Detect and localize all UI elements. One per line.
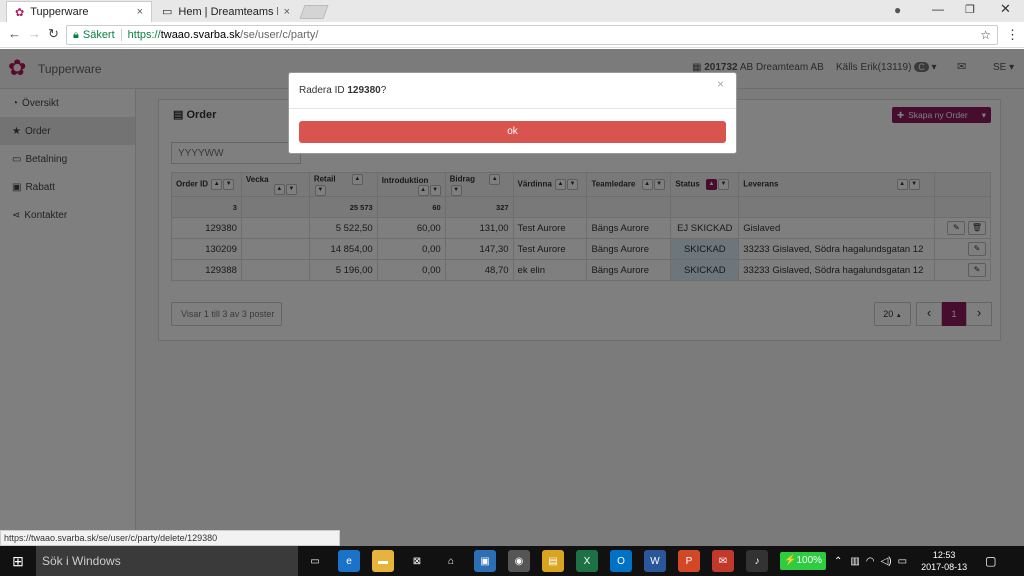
windows-search-box[interactable]: Sök i Windows — [36, 546, 298, 576]
close-icon[interactable]: × — [717, 77, 724, 91]
url-field[interactable]: 🔒︎ Säkert https:// twaao.svarba.sk /se/u… — [66, 25, 998, 45]
status-url: https://twaao.svarba.sk/se/user/c/party/… — [0, 530, 340, 546]
secure-label: Säkert — [82, 29, 115, 41]
forward-icon[interactable]: → — [28, 26, 41, 41]
close-tab-icon[interactable]: × — [137, 6, 143, 18]
url-scheme: https:// — [127, 29, 161, 41]
notifications-icon[interactable]: ▢ — [985, 554, 996, 568]
task-view-icon[interactable]: ▭ — [304, 550, 326, 572]
outlook-icon[interactable]: O — [610, 550, 632, 572]
home-icon[interactable]: ⌂ — [440, 550, 462, 572]
minimize-icon[interactable]: — — [932, 2, 944, 16]
question-id: 129380 — [347, 85, 381, 96]
divider — [120, 29, 122, 41]
wifi-icon[interactable]: ◠ — [866, 556, 875, 567]
tab-tupperware[interactable]: ✿ Tupperware × — [6, 1, 152, 22]
word-icon[interactable]: W — [644, 550, 666, 572]
chrome-icon[interactable]: ◉ — [508, 550, 530, 572]
battery-indicator[interactable]: ⚡100% — [780, 552, 827, 570]
clock-date: 2017-08-13 — [921, 562, 968, 572]
mail-app-icon[interactable]: ✉ — [712, 550, 734, 572]
delete-confirm-dialog: Radera ID 129380? × ok — [288, 72, 737, 154]
chevron-up-icon[interactable]: ⌃ — [834, 556, 842, 567]
dialog-divider — [289, 108, 736, 109]
search-placeholder: Sök i Windows — [42, 554, 121, 568]
file-explorer-icon[interactable]: ▤ — [542, 550, 564, 572]
star-icon[interactable]: ☆ — [980, 28, 991, 42]
close-tab-icon[interactable]: × — [284, 6, 290, 18]
windows-taskbar: ⊞ Sök i Windows ▭ e ▬ ⊠ ⌂ ▣ ◉ ▤ X O W P … — [0, 546, 1024, 576]
powerpoint-icon[interactable]: P — [678, 550, 700, 572]
volume-icon[interactable]: ◁) — [881, 556, 892, 567]
tab-title: Tupperware — [30, 6, 89, 18]
page-icon: ▭ — [162, 6, 173, 18]
question-suffix: ? — [380, 85, 387, 96]
tab-title: Hem | Dreamteams hem — [178, 5, 278, 18]
menu-icon[interactable]: ⋮ — [1006, 27, 1019, 43]
itunes-icon[interactable]: ♪ — [746, 550, 768, 572]
reload-icon[interactable]: ↻ — [48, 26, 59, 42]
flower-icon: ✿ — [15, 6, 25, 19]
dialog-question: Radera ID 129380? — [299, 85, 386, 96]
url-path: /se/user/c/party/ — [240, 29, 319, 41]
profile-icon[interactable]: ● — [894, 3, 901, 17]
excel-icon[interactable]: X — [576, 550, 598, 572]
network-icon[interactable]: ▥ — [850, 556, 859, 567]
new-tab-button[interactable] — [299, 5, 329, 19]
keyboard-icon[interactable]: ▭ — [898, 556, 907, 567]
tab-dreamteam[interactable]: ▭ Hem | Dreamteams hem × — [154, 1, 298, 22]
lock-icon: 🔒︎ — [73, 28, 79, 41]
browser-tab-bar: ✿ Tupperware × ▭ Hem | Dreamteams hem × … — [0, 0, 1024, 22]
edge-icon[interactable]: e — [338, 550, 360, 572]
url-host: twaao.svarba.sk — [160, 29, 241, 41]
store-icon[interactable]: ⊠ — [406, 550, 428, 572]
battery-percent: 100% — [796, 555, 823, 566]
windows-start-icon[interactable]: ⊞ — [0, 553, 36, 570]
clock-time: 12:53 — [932, 550, 956, 560]
clock[interactable]: 12:53 2017-08-13 — [921, 549, 967, 573]
close-window-icon[interactable]: ✕ — [1000, 1, 1011, 17]
back-icon[interactable]: ← — [8, 26, 21, 41]
folder-icon[interactable]: ▬ — [372, 550, 394, 572]
maximize-icon[interactable]: ❐ — [965, 3, 975, 16]
question-prefix: Radera ID — [299, 85, 348, 96]
remote-desktop-icon[interactable]: ▣ — [474, 550, 496, 572]
lightning-icon: ⚡ — [784, 555, 797, 566]
ok-button[interactable]: ok — [299, 121, 726, 143]
